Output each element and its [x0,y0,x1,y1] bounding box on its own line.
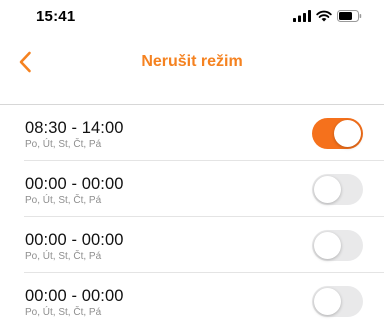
schedule-toggle[interactable] [312,174,363,205]
status-time: 15:41 [36,8,76,25]
navigation-bar: Nerušit režim [0,44,384,80]
schedule-time: 00:00 - 00:00 [25,287,124,305]
page-title: Nerušit režim [141,53,243,70]
battery-icon [337,10,362,22]
schedule-row[interactable]: 08:30 - 14:00 Po, Út, St, Čt, Pá [0,105,384,161]
schedule-toggle[interactable] [312,118,363,149]
schedule-time: 00:00 - 00:00 [25,175,124,193]
toggle-knob [314,288,341,315]
schedule-toggle[interactable] [312,286,363,317]
schedule-time: 08:30 - 14:00 [25,119,124,137]
status-bar: 15:41 [0,0,384,36]
signal-icon [293,10,311,22]
schedule-time: 00:00 - 00:00 [25,231,124,249]
schedule-row[interactable]: 00:00 - 00:00 Po, Út, St, Čt, Pá [0,217,384,273]
schedule-days: Po, Út, St, Čt, Pá [25,139,102,150]
schedule-row[interactable]: 00:00 - 00:00 Po, Út, St, Čt, Pá [0,161,384,217]
schedule-list: 08:30 - 14:00 Po, Út, St, Čt, Pá 00:00 -… [0,105,384,329]
schedule-toggle[interactable] [312,230,363,261]
status-icons [293,10,362,22]
toggle-knob [314,232,341,259]
schedule-days: Po, Út, St, Čt, Pá [25,251,102,262]
wifi-icon [316,10,332,22]
schedule-days: Po, Út, St, Čt, Pá [25,195,102,206]
schedule-row[interactable]: 00:00 - 00:00 Po, Út, St, Čt, Pá [0,273,384,329]
toggle-knob [334,120,361,147]
toggle-knob [314,176,341,203]
schedule-days: Po, Út, St, Čt, Pá [25,307,102,318]
